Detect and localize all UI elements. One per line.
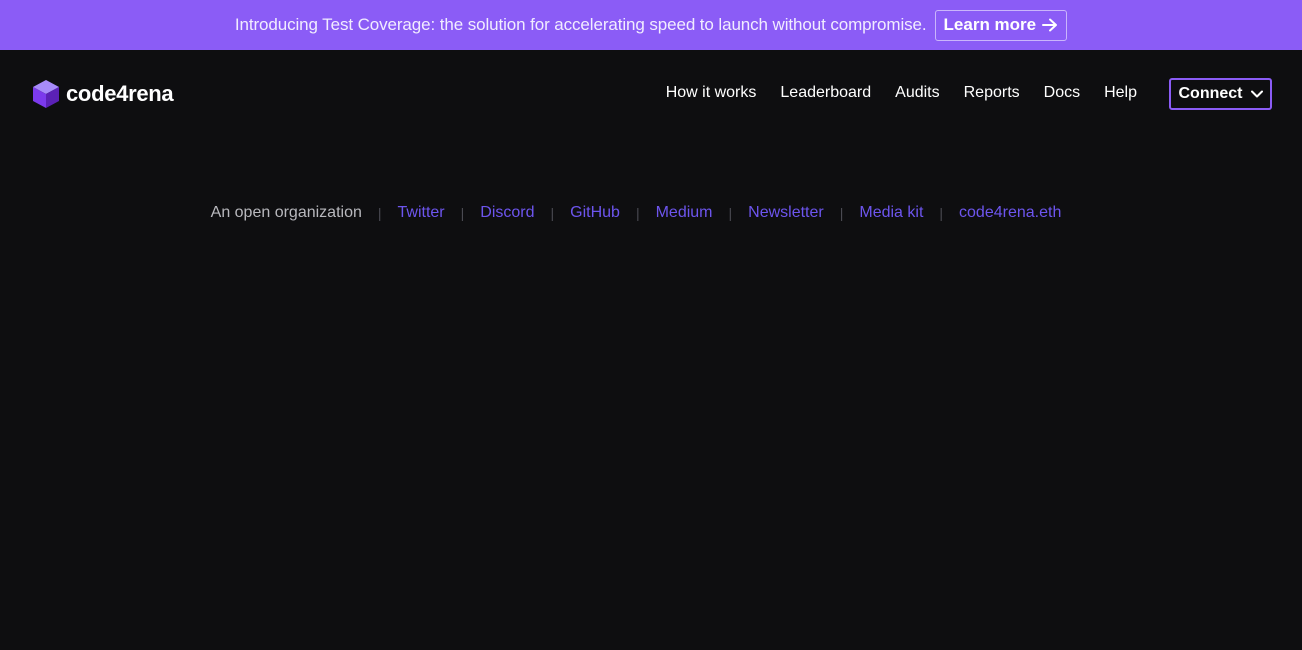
footer-separator: |: [377, 205, 382, 221]
home-logo-link[interactable]: code4rena: [32, 79, 174, 109]
connect-label: Connect: [1178, 85, 1243, 102]
learn-more-button[interactable]: Learn more: [934, 9, 1068, 41]
nav-leaderboard[interactable]: Leaderboard: [780, 84, 871, 102]
footer-link-github[interactable]: GitHub: [570, 204, 620, 222]
footer-link-medium[interactable]: Medium: [656, 204, 713, 222]
banner-text: Introducing Test Coverage: the solution …: [234, 15, 927, 34]
footer-link-discord[interactable]: Discord: [480, 204, 534, 222]
footer-link-newsletter[interactable]: Newsletter: [748, 204, 824, 222]
learn-more-label: Learn more: [943, 15, 1037, 34]
footer-link-ens[interactable]: code4rena.eth: [959, 204, 1061, 222]
chevron-down-icon: [1250, 90, 1263, 98]
cube-logo-icon: [32, 79, 60, 109]
footer-link-media-kit[interactable]: Media kit: [859, 204, 923, 222]
footer-separator: |: [635, 205, 640, 221]
footer-separator: |: [460, 205, 465, 221]
footer-separator: |: [939, 205, 944, 221]
announcement-banner: Introducing Test Coverage: the solution …: [0, 0, 1302, 50]
footer-link-twitter[interactable]: Twitter: [398, 204, 445, 222]
nav-help[interactable]: Help: [1104, 84, 1137, 102]
footer-separator: |: [839, 205, 844, 221]
top-navbar: code4rena How it works Leaderboard Audit…: [0, 50, 1302, 138]
footer-label: An open organization: [210, 204, 362, 221]
nav-how-it-works[interactable]: How it works: [666, 84, 757, 102]
nav-reports[interactable]: Reports: [964, 84, 1020, 102]
connect-button[interactable]: Connect: [1169, 78, 1272, 110]
footer-links: An open organization | Twitter | Discord…: [0, 204, 1272, 222]
arrow-right-icon: [1042, 18, 1058, 32]
nav-audits[interactable]: Audits: [895, 84, 939, 102]
main-nav: How it works Leaderboard Audits Reports …: [666, 84, 1137, 102]
nav-docs[interactable]: Docs: [1044, 84, 1080, 102]
footer-separator: |: [550, 205, 555, 221]
footer-separator: |: [728, 205, 733, 221]
logo-text: code4rena: [66, 81, 174, 106]
